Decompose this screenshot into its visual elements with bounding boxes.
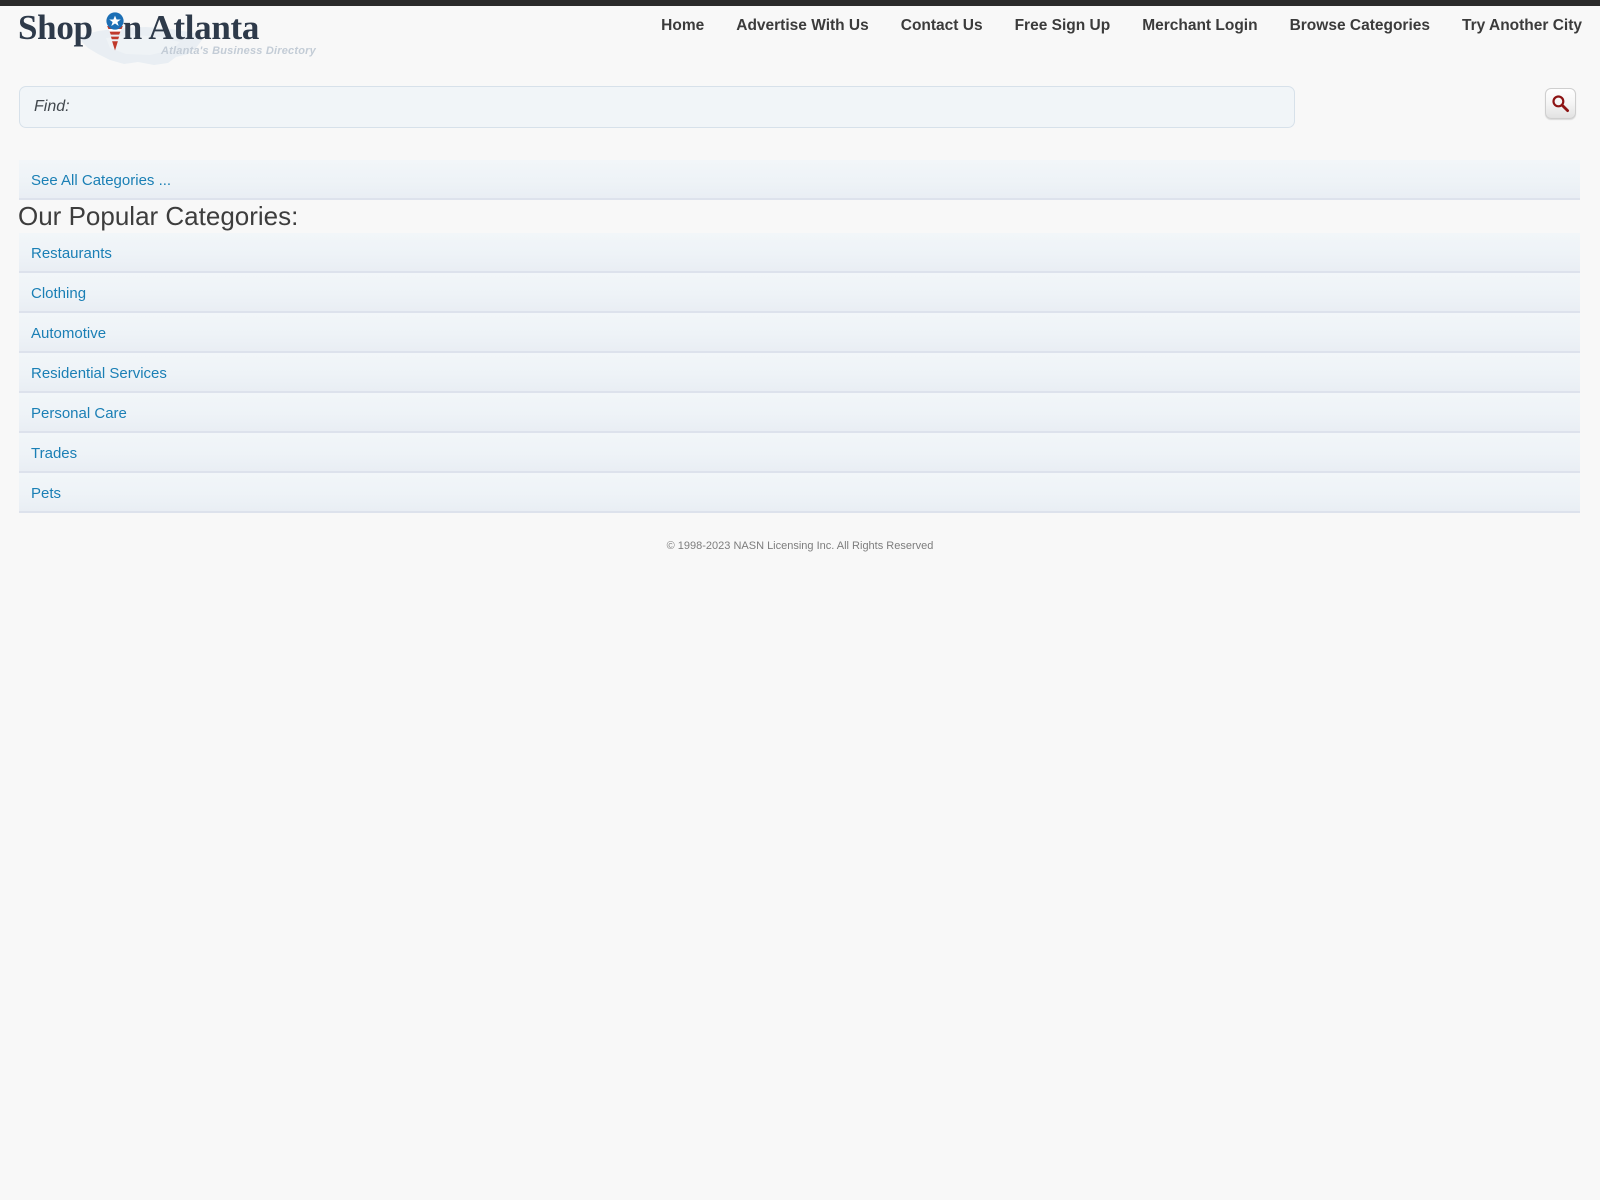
list-item[interactable]: Personal Care [19,393,1580,433]
search-icon [1552,95,1570,113]
nav-item-merchant-login[interactable]: Merchant Login [1126,15,1273,37]
page-title: Our Popular Categories: [18,201,299,231]
see-all-categories-link[interactable]: See All Categories ... [31,172,171,189]
logo-text-after: n Atlanta [122,8,260,47]
nav-item-try-another-city[interactable]: Try Another City [1446,15,1582,37]
list-item[interactable]: Automotive [19,313,1580,353]
search-bar [0,86,1600,128]
map-pin-icon [106,12,124,51]
site-logo[interactable]: Shop n Atlanta Atlanta's Business Directo… [18,6,358,68]
category-link-trades[interactable]: Trades [31,445,77,462]
main-navigation: Home Advertise With Us Contact Us Free S… [645,15,1582,37]
see-all-categories-row[interactable]: See All Categories ... [19,160,1580,200]
category-link-restaurants[interactable]: Restaurants [31,245,112,262]
search-button[interactable] [1545,88,1576,119]
nav-item-contact-us[interactable]: Contact Us [885,15,999,37]
list-item[interactable]: Restaurants [19,233,1580,273]
list-item[interactable]: Trades [19,433,1580,473]
logo-wordmark: Shop n Atlanta [18,8,259,48]
search-input[interactable] [19,86,1295,128]
list-item[interactable]: Residential Services [19,353,1580,393]
category-link-clothing[interactable]: Clothing [31,285,86,302]
list-item[interactable]: Clothing [19,273,1580,313]
category-link-pets[interactable]: Pets [31,485,61,502]
list-item[interactable]: Pets [19,473,1580,513]
logo-tagline: Atlanta's Business Directory [161,45,316,57]
category-link-residential-services[interactable]: Residential Services [31,365,167,382]
logo-text-before: Shop [18,8,93,47]
nav-item-browse-categories[interactable]: Browse Categories [1274,15,1446,37]
nav-item-free-sign-up[interactable]: Free Sign Up [999,15,1127,37]
category-link-personal-care[interactable]: Personal Care [31,405,127,422]
category-link-automotive[interactable]: Automotive [31,325,106,342]
site-header: Shop n Atlanta Atlanta's Business Directo… [0,6,1600,68]
footer: © 1998-2023 NASN Licensing Inc. All Righ… [0,540,1600,552]
nav-item-advertise-with-us[interactable]: Advertise With Us [720,15,885,37]
nav-item-home[interactable]: Home [645,15,720,37]
copyright-text: © 1998-2023 NASN Licensing Inc. All Righ… [666,540,934,552]
popular-categories-list: Restaurants Clothing Automotive Resident… [19,233,1580,513]
